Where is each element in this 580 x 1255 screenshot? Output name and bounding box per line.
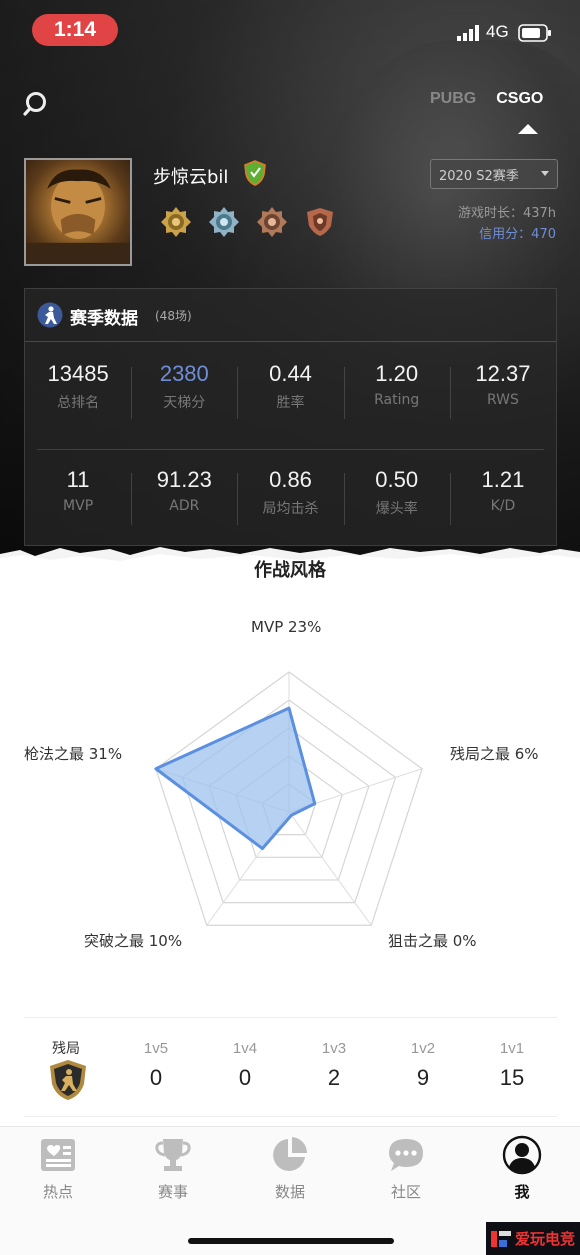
- active-tab-indicator: [518, 124, 538, 134]
- home-indicator[interactable]: [188, 1238, 394, 1244]
- nav-hot-news[interactable]: 热点: [18, 1135, 98, 1202]
- stat-kd: 1.21 K/D: [449, 459, 556, 549]
- medal-list: [160, 206, 336, 238]
- bronze-medal-icon[interactable]: [256, 206, 288, 238]
- copper-shield-medal-icon[interactable]: [304, 206, 336, 238]
- radar-label-clutch: 残局之最 6%: [450, 745, 539, 763]
- stat-mvp: 11 MVP: [63, 467, 94, 514]
- gold-medal-icon[interactable]: [160, 206, 192, 238]
- silver-blue-medal-icon[interactable]: [208, 206, 240, 238]
- season-stats-title: 赛季数据: [70, 309, 138, 329]
- season-stats-header: 赛季数据 (48场): [25, 289, 556, 342]
- radar-value-area: [154, 706, 317, 851]
- radar-label-sniper: 狙击之最 0%: [388, 932, 477, 950]
- clutch-title: 残局: [52, 1041, 80, 1057]
- match-count: (48场): [155, 309, 192, 323]
- season-stats-panel: 赛季数据 (48场) 13485 总排名 2380 天梯分 0.44 胜率 1.…: [24, 288, 557, 546]
- radar-label-breach: 突破之最 10%: [84, 932, 183, 950]
- stat-total-rank: 13485 总排名: [47, 361, 109, 411]
- clutch-1v5: 1v5 0: [143, 1040, 169, 1090]
- watermark-icon: [491, 1230, 511, 1247]
- network-type: 4G: [486, 22, 509, 41]
- stat-avg-kills: 0.86 局均击杀: [237, 459, 343, 549]
- playtime-text: 游戏时长：437h: [457, 206, 556, 221]
- season-dropdown[interactable]: 2020 S2赛季: [430, 159, 558, 189]
- credit-score-link[interactable]: 信用分：470: [479, 223, 556, 242]
- stat-win-rate: 0.44 胜率: [237, 353, 343, 443]
- clutch-1v3: 1v3 2: [321, 1040, 347, 1090]
- stat-headshot-rate: 0.50 爆头率: [343, 459, 450, 549]
- watermark-text: 爱玩电竞: [515, 1230, 576, 1248]
- battery-icon: [518, 24, 551, 42]
- nav-data[interactable]: 数据: [250, 1135, 330, 1202]
- chat-bubble-icon: [389, 1139, 423, 1171]
- username: 步惊云bil: [153, 167, 229, 188]
- stat-rating: 1.20 Rating: [343, 353, 450, 443]
- search-icon[interactable]: [22, 90, 50, 118]
- game-tabs: PUBG CSGO: [430, 90, 543, 108]
- watermark-logo: 爱玩电竞: [486, 1222, 580, 1255]
- nav-events[interactable]: 赛事: [133, 1135, 213, 1202]
- stats-row-secondary: 11 MVP 91.23 ADR 0.86 局均击杀 0.50 爆头率 1.21…: [25, 459, 556, 549]
- clutch-1v4: 1v4 0: [232, 1040, 258, 1090]
- user-icon: [502, 1135, 542, 1175]
- radar-label-mvp: MVP 23%: [251, 618, 322, 636]
- stats-row-primary: 13485 总排名 2380 天梯分 0.44 胜率 1.20 Rating 1…: [25, 353, 556, 443]
- csgo-soldier-icon: [37, 302, 63, 328]
- chevron-down-icon: [541, 171, 549, 176]
- combat-style-title: 作战风格: [254, 560, 326, 581]
- nav-community[interactable]: 社区: [366, 1135, 446, 1202]
- stats-divider: [37, 449, 544, 450]
- clutch-1v1: 1v1 15: [499, 1040, 525, 1090]
- stat-rws: 12.37 RWS: [449, 353, 556, 443]
- tab-csgo[interactable]: CSGO: [496, 90, 543, 108]
- verified-shield-icon: [244, 160, 266, 186]
- season-dropdown-label: 2020 S2赛季: [439, 168, 519, 184]
- tab-pubg[interactable]: PUBG: [430, 90, 476, 108]
- nav-me[interactable]: 我: [482, 1135, 562, 1202]
- news-icon: [41, 1139, 75, 1171]
- combat-style-radar: MVP 23% 残局之最 6% 狙击之最 0% 突破之最 10% 枪法之最 31…: [0, 600, 580, 1000]
- trophy-icon: [155, 1139, 191, 1171]
- radar-label-aim: 枪法之最 31%: [24, 745, 123, 763]
- stat-ladder-score: 2380 天梯分: [131, 353, 237, 443]
- avatar[interactable]: [24, 158, 132, 266]
- stat-adr: 91.23 ADR: [131, 459, 237, 549]
- status-time: 1:14: [32, 14, 118, 46]
- clutch-badge-icon: [50, 1060, 86, 1100]
- radar-axis: [288, 811, 372, 926]
- avatar-portrait: [26, 169, 130, 264]
- pie-chart-icon: [273, 1137, 308, 1171]
- status-bar: 1:14 4G: [0, 0, 580, 62]
- clutch-1v2: 1v2 9: [410, 1040, 436, 1090]
- clutch-stats: 残局 1v5 0 1v4 0 1v3 2 1v2 9 1v1 15: [24, 1017, 557, 1117]
- signal-strength-icon: [457, 25, 479, 41]
